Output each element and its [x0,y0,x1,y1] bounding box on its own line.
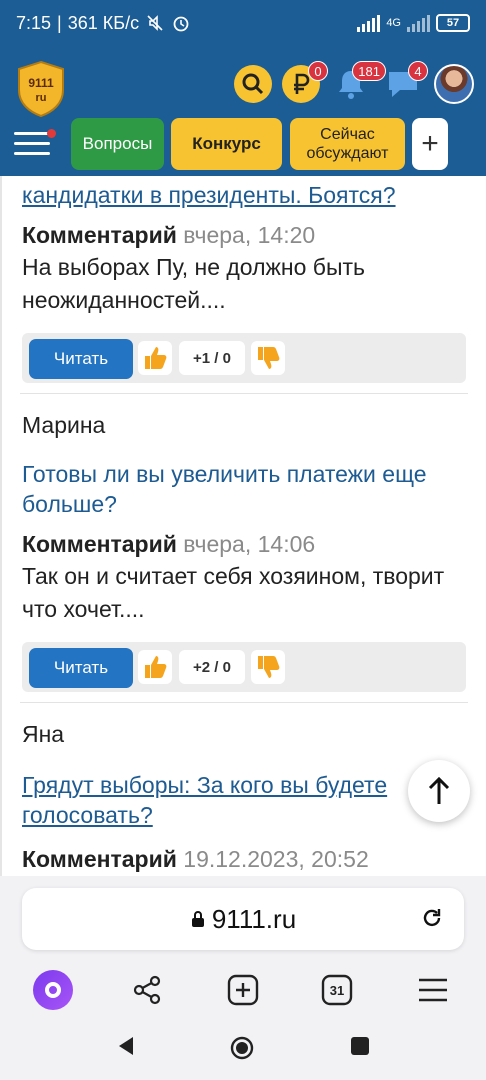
read-button[interactable]: Читать [29,648,133,688]
home-icon[interactable] [230,1036,254,1060]
comments-feed: кандидатки в президенты. Боятся? Коммент… [0,176,486,876]
tabs-button[interactable]: 31 [317,970,357,1010]
comment-text: На выборах Пу, не должно быть неожиданно… [22,254,365,313]
divider [20,702,468,703]
comment-actions: Читать +1 / 0 [22,333,466,383]
back-icon[interactable] [117,1036,135,1056]
search-icon [242,73,264,95]
network-type: 4G [386,17,401,29]
svg-text:31: 31 [330,983,344,998]
comment-time: вчера, 14:20 [183,222,316,248]
questions-button[interactable]: Вопросы [71,118,164,170]
signal-icon [357,14,381,32]
browser-bar: 9111.ru 31 [0,876,486,1010]
balance-button[interactable]: 0 [282,61,328,103]
signal-2-icon [407,14,430,32]
hamburger-icon [419,978,447,1002]
comment-actions: Читать +2 / 0 [22,642,466,692]
svg-text:ru: ru [36,92,47,104]
plus-square-icon [227,974,259,1006]
vote-score: +1 / 0 [179,341,245,375]
url-text: 9111.ru [211,903,297,934]
thumbs-down-icon [258,347,280,369]
thumbs-down-icon [258,656,280,678]
notifications-button[interactable]: 181 [330,61,386,103]
divider [20,393,468,394]
browser-nav: 31 [0,970,486,1010]
site-logo[interactable]: 9111 ru [16,60,66,118]
comment-time: вчера, 14:06 [183,531,316,557]
vote-score: +2 / 0 [179,650,245,684]
site-header: 9111 ru 0 181 4 Вопросы Конкурс Сейчас об… [0,46,486,176]
scroll-to-top-button[interactable] [408,760,470,822]
comment-time: 19.12.2023, 20:52 [183,846,369,872]
alice-icon [33,970,73,1010]
balance-badge: 0 [308,61,328,81]
read-button[interactable]: Читать [29,339,133,379]
dislike-button[interactable] [251,341,285,375]
menu-dot-indicator [47,129,56,138]
recents-icon[interactable] [350,1036,370,1056]
system-navigation [0,1010,486,1080]
share-button[interactable] [127,970,167,1010]
dislike-button[interactable] [251,650,285,684]
share-icon [133,975,161,1005]
add-button[interactable]: + [412,118,448,170]
comment-header: Комментарий 19.12.2023, 20:52 [22,846,369,872]
thumbs-up-icon [145,347,167,369]
search-button[interactable] [234,65,272,103]
browser-menu-button[interactable] [413,970,453,1010]
contest-button[interactable]: Конкурс [171,118,282,170]
arrow-up-icon [428,776,450,804]
author-name[interactable]: Марина [2,412,486,439]
lock-icon [191,911,204,927]
battery-icon: 57 [436,14,470,32]
status-bar: 7:15 | 361 КБ/с 4G 57 [0,0,486,46]
notifications-badge: 181 [352,61,386,81]
mute-icon [147,15,163,31]
address-bar[interactable]: 9111.ru [22,888,464,950]
tabs-icon: 31 [321,974,353,1006]
like-button[interactable] [138,650,172,684]
thumbs-up-icon [145,656,167,678]
author-name[interactable]: Яна [2,721,486,748]
alarm-icon [173,16,189,32]
clock: 7:15 [16,12,52,33]
discussing-now-button[interactable]: Сейчас обсуждают [290,118,405,170]
menu-row: Вопросы Конкурс Сейчас обсуждают + [0,118,486,174]
comment-header: Комментарий вчера, 14:20 [22,222,316,248]
network-speed: 361 КБ/с [67,12,140,33]
messages-badge: 4 [408,61,428,81]
reload-icon[interactable] [420,906,444,930]
svg-text:9111: 9111 [28,76,54,90]
comment-header: Комментарий вчера, 14:06 [22,531,316,557]
new-tab-button[interactable] [223,970,263,1010]
messages-button[interactable]: 4 [382,61,428,103]
question-link[interactable]: Готовы ли вы увеличить платежи еще больш… [2,459,486,519]
question-link[interactable]: кандидатки в президенты. Боятся? [2,180,486,210]
comment-text: Так он и считает себя хозяином, творит ч… [22,563,445,622]
avatar[interactable] [434,64,474,104]
alice-assistant-button[interactable] [33,970,73,1010]
hamburger-menu-button[interactable] [14,129,56,160]
like-button[interactable] [138,341,172,375]
